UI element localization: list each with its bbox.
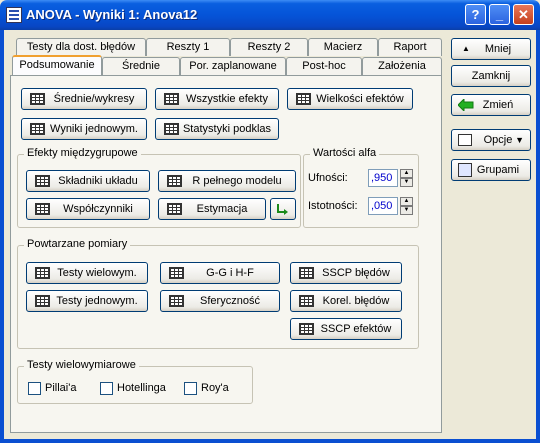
spreadsheet-icon: [299, 267, 314, 279]
tab-reszty-1[interactable]: Reszty 1: [146, 38, 230, 56]
minimize-button[interactable]: _: [489, 4, 510, 25]
spreadsheet-icon: [169, 267, 184, 279]
spin-up-icon[interactable]: ▲: [400, 197, 413, 206]
green-left-arrow-icon: [458, 99, 474, 111]
tab-srednie[interactable]: Średnie: [102, 57, 180, 75]
tab-raport[interactable]: Raport: [378, 38, 442, 56]
spreadsheet-icon: [35, 175, 50, 187]
zmien-button[interactable]: Zmień: [451, 94, 531, 116]
mniej-button[interactable]: ▲ Mniej: [451, 38, 531, 60]
estymacja-button[interactable]: Estymacja: [158, 198, 266, 220]
ufnosci-label: Ufności:: [308, 172, 348, 184]
roy-checkbox[interactable]: Roy'a: [184, 382, 229, 396]
spreadsheet-icon: [35, 267, 50, 279]
window-frame-left: [0, 30, 4, 443]
wielkosci-efektow-button[interactable]: Wielkości efektów: [287, 88, 413, 110]
istotnosci-label: Istotności:: [308, 200, 358, 212]
means-plot-icon: [30, 93, 45, 105]
multivariate-tests-title: Testy wielowymiarowe: [24, 359, 139, 371]
statystyki-podklas-button[interactable]: Statystyki podklas: [155, 118, 279, 140]
srednie-wykresy-button[interactable]: Średnie/wykresy: [21, 88, 147, 110]
multivariate-tests-group: Testy wielowymiarowe Pillai'a Hotellinga…: [17, 359, 253, 404]
spreadsheet-icon: [296, 93, 311, 105]
title-bar: ANOVA - Wyniki 1: Anova12 ? _ ✕: [0, 0, 540, 30]
between-group-title: Efekty międzygrupowe: [24, 147, 141, 159]
tab-zalozenia[interactable]: Założenia: [362, 57, 442, 75]
tab-reszty-2[interactable]: Reszty 2: [230, 38, 308, 56]
spin-up-icon[interactable]: ▲: [400, 169, 413, 178]
ufnosci-input[interactable]: ,950: [368, 169, 398, 187]
testy-wielowym-button[interactable]: Testy wielowym.: [26, 262, 148, 284]
wszystkie-efekty-button[interactable]: Wszystkie efekty: [155, 88, 279, 110]
alpha-values-title: Wartości alfa: [310, 147, 380, 159]
app-icon: [6, 7, 22, 23]
window-frame-right: [536, 30, 540, 443]
spreadsheet-icon: [299, 323, 314, 335]
opcje-button[interactable]: Opcje ▼: [451, 129, 531, 151]
between-group-effects-group: Efekty międzygrupowe Składniki układu R …: [17, 147, 301, 228]
ufnosci-spinner[interactable]: ▲ ▼: [400, 169, 413, 187]
gg-hf-button[interactable]: G-G i H-F: [160, 262, 280, 284]
window-frame-bottom: [0, 439, 540, 443]
repeated-measures-title: Powtarzane pomiary: [24, 238, 131, 250]
green-arrow-icon: [277, 204, 288, 215]
wyniki-jednowym-button[interactable]: Wyniki jednowym.: [21, 118, 147, 140]
tab-testy-dla-dost-bledow[interactable]: Testy dla dost. błędów: [16, 38, 146, 56]
alpha-values-group: Wartości alfa Ufności: ,950 ▲ ▼ Istotnoś…: [303, 147, 419, 228]
estymacja-options-button[interactable]: [270, 198, 296, 220]
up-arrow-icon: ▲: [462, 44, 470, 53]
skladniki-ukladu-button[interactable]: Składniki układu: [26, 170, 150, 192]
options-icon: [458, 134, 472, 146]
close-button[interactable]: ✕: [513, 4, 534, 25]
window-title: ANOVA - Wyniki 1: Anova12: [26, 7, 198, 22]
dropdown-arrow-icon: ▼: [515, 135, 524, 145]
wspolczynniki-button[interactable]: Współczynniki: [26, 198, 150, 220]
by-group-icon: [458, 163, 472, 177]
pillai-checkbox[interactable]: Pillai'a: [28, 382, 76, 396]
checkbox-box[interactable]: [100, 382, 113, 395]
hotelling-checkbox[interactable]: Hotellinga: [100, 382, 166, 396]
spreadsheet-icon: [299, 295, 314, 307]
tab-macierz[interactable]: Macierz: [308, 38, 378, 56]
help-button[interactable]: ?: [465, 4, 486, 25]
summary-panel: Średnie/wykresy Wszystkie efekty Wielkoś…: [10, 75, 442, 433]
spreadsheet-icon: [30, 123, 45, 135]
sscp-efektow-button[interactable]: SSCP efektów: [290, 318, 402, 340]
korel-bledow-button[interactable]: Korel. błędów: [290, 290, 402, 312]
spreadsheet-icon: [169, 295, 184, 307]
testy-jednowym-button[interactable]: Testy jednowym.: [26, 290, 148, 312]
repeated-measures-group: Powtarzane pomiary Testy wielowym. G-G i…: [17, 238, 419, 349]
istotnosci-input[interactable]: ,050: [368, 197, 398, 215]
sferycznosc-button[interactable]: Sferyczność: [160, 290, 280, 312]
sscp-bledow-button[interactable]: SSCP błędów: [290, 262, 402, 284]
all-effects-icon: [164, 93, 179, 105]
tab-post-hoc[interactable]: Post-hoc: [286, 57, 362, 75]
spin-down-icon[interactable]: ▼: [400, 178, 413, 187]
spreadsheet-icon: [35, 295, 50, 307]
grupami-button[interactable]: Grupami: [451, 159, 531, 181]
r-pelnego-modelu-button[interactable]: R pełnego modelu: [158, 170, 296, 192]
checkbox-box[interactable]: [184, 382, 197, 395]
spin-down-icon[interactable]: ▼: [400, 206, 413, 215]
spreadsheet-icon: [35, 203, 50, 215]
istotnosci-spinner[interactable]: ▲ ▼: [400, 197, 413, 215]
tab-por-zaplanowane[interactable]: Por. zaplanowane: [180, 57, 286, 75]
spreadsheet-icon: [167, 203, 182, 215]
spreadsheet-icon: [164, 123, 179, 135]
tab-podsumowanie[interactable]: Podsumowanie: [12, 55, 102, 75]
spreadsheet-icon: [167, 175, 182, 187]
zamknij-button[interactable]: Zamknij: [451, 65, 531, 87]
checkbox-box[interactable]: [28, 382, 41, 395]
